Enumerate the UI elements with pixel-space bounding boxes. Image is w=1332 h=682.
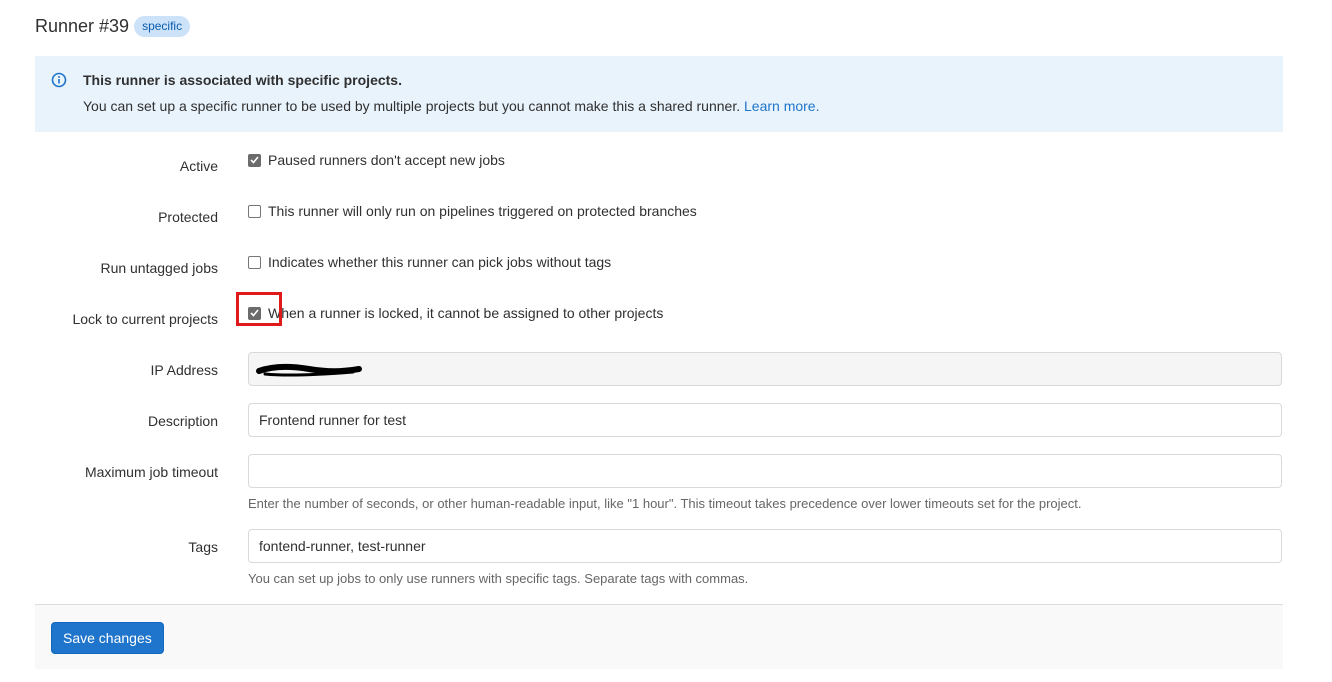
ip-address-field [248,352,1282,386]
highlight-annotation [236,292,282,326]
locked-checkbox-row[interactable]: When a runner is locked, it cannot be as… [248,305,663,321]
untagged-checkbox[interactable] [248,255,261,269]
untagged-checkbox-row[interactable]: Indicates whether this runner can pick j… [248,254,611,270]
info-icon [51,72,67,88]
locked-checkbox-text: When a runner is locked, it cannot be as… [268,305,664,321]
protected-checkbox-text: This runner will only run on pipelines t… [268,203,697,219]
protected-checkbox[interactable] [248,204,261,218]
locked-label: Lock to current projects [72,311,218,327]
learn-more-link[interactable]: Learn more. [744,98,819,114]
redaction-scribble [256,363,362,377]
alert-body-text: You can set up a specific runner to be u… [83,98,741,114]
ip-label: IP Address [150,362,218,378]
alert-title: This runner is associated with specific … [83,72,402,88]
untagged-label: Run untagged jobs [100,260,218,276]
form-actions: Save changes [35,604,1283,669]
tags-input[interactable]: fontend-runner, test-runner [248,529,1282,563]
tags-help-text: You can set up jobs to only use runners … [248,571,749,586]
timeout-input[interactable] [248,454,1282,488]
protected-label: Protected [158,209,218,225]
description-label: Description [147,413,218,429]
page-title: Runner #39 [35,16,130,36]
protected-checkbox-row[interactable]: This runner will only run on pipelines t… [248,203,697,219]
page-header: Runner #39 specific [35,16,191,37]
active-checkbox[interactable] [248,153,261,167]
active-label: Active [179,158,218,174]
tags-label: Tags [188,539,218,555]
description-input[interactable]: Frontend runner for test [248,403,1282,437]
save-changes-button[interactable]: Save changes [51,622,164,654]
untagged-checkbox-text: Indicates whether this runner can pick j… [268,254,612,270]
active-checkbox-row[interactable]: Paused runners don't accept new jobs [248,152,505,168]
active-checkbox-text: Paused runners don't accept new jobs [268,152,505,168]
info-alert: This runner is associated with specific … [35,56,1283,132]
timeout-help-text: Enter the number of seconds, or other hu… [248,496,1082,511]
runner-type-badge: specific [134,16,191,37]
timeout-label: Maximum job timeout [84,464,218,480]
alert-body: You can set up a specific runner to be u… [83,98,819,114]
